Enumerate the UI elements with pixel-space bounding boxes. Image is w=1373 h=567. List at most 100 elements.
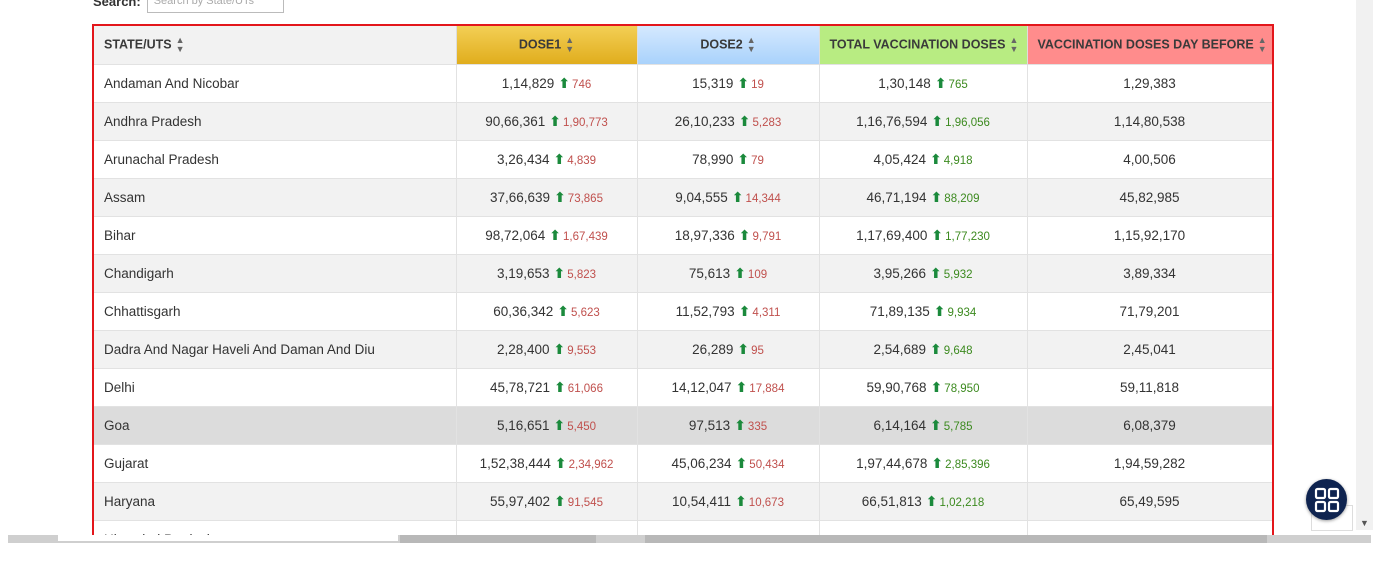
day-before-cell: 2,45,041 bbox=[1027, 329, 1272, 368]
sort-icon[interactable]: ▲ ▼ bbox=[176, 35, 185, 54]
dose1-cell: 98,72,064 ⬆ 1,67,439 bbox=[456, 215, 638, 254]
table-header-row: STATE/UTS ▲ ▼ DOSE1 ▲ ▼ DOSE2 ▲ ▼ TOTAL VACCIN… bbox=[94, 26, 1272, 64]
scroll-down-arrow-icon[interactable]: ▼ bbox=[1360, 518, 1369, 528]
total-value: 1,97,44,678 bbox=[856, 455, 928, 471]
up-arrow-icon: ⬆ bbox=[553, 340, 566, 357]
table-row[interactable]: Delhi 45,78,721 ⬆ 61,066 14,12,047 ⬆ 17,884 59,… bbox=[94, 367, 1272, 406]
total-delta: 2,85,396 bbox=[945, 458, 990, 471]
total-cell: 1,97,44,678 ⬆ 2,85,396 bbox=[819, 443, 1028, 482]
dose2-value: 45,06,234 bbox=[671, 455, 732, 471]
dose2-delta: 109 bbox=[747, 268, 768, 281]
sort-icon[interactable]: ▲ ▼ bbox=[565, 35, 574, 54]
scrollbar-thumb[interactable] bbox=[400, 535, 596, 543]
dose2-cell: 26,289 ⬆ 95 bbox=[637, 329, 820, 368]
dose1-delta: 746 bbox=[572, 78, 592, 91]
total-value: 1,17,69,400 bbox=[856, 227, 928, 243]
dose2-value: 97,513 bbox=[688, 417, 731, 433]
total-value: 46,71,194 bbox=[866, 189, 927, 205]
state-cell: Andhra Pradesh bbox=[94, 101, 457, 140]
total-value: 71,89,135 bbox=[869, 303, 930, 319]
total-value: 59,90,768 bbox=[866, 379, 927, 395]
total-cell: 46,71,194 ⬆ 88,209 bbox=[819, 177, 1028, 216]
total-delta: 9,648 bbox=[943, 344, 973, 357]
table-row[interactable]: Andhra Pradesh 90,66,361 ⬆ 1,90,773 26,10,23… bbox=[94, 101, 1272, 140]
total-cell: 71,89,135 ⬆ 9,934 bbox=[819, 291, 1028, 330]
dose1-cell: 1,52,38,444 ⬆ 2,34,962 bbox=[456, 443, 638, 482]
dose2-delta: 95 bbox=[751, 344, 764, 357]
state-cell: Dadra And Nagar Haveli And Daman And Diu bbox=[94, 329, 457, 368]
day-before-cell: 3,89,334 bbox=[1027, 253, 1272, 292]
header-dose1-label: DOSE1 bbox=[518, 37, 562, 52]
dose2-cell: 97,513 ⬆ 335 bbox=[637, 405, 820, 444]
dose1-cell: 2,28,400 ⬆ 9,553 bbox=[456, 329, 638, 368]
header-dose1[interactable]: DOSE1 ▲ ▼ bbox=[456, 26, 638, 64]
header-dose2[interactable]: DOSE2 ▲ ▼ bbox=[637, 26, 820, 64]
state-cell: Andaman And Nicobar bbox=[94, 63, 457, 102]
dose2-value: 78,990 bbox=[692, 151, 734, 167]
dose2-cell: 45,06,234 ⬆ 50,434 bbox=[637, 443, 820, 482]
dose1-cell: 55,97,402 ⬆ 91,545 bbox=[456, 481, 638, 520]
table-row[interactable]: Goa 5,16,651 ⬆ 5,450 97,513 ⬆ 335 6,14,164 ⬆ 5,78… bbox=[94, 405, 1272, 444]
scrollbar-gap bbox=[58, 535, 398, 541]
sort-icon[interactable]: ▲ ▼ bbox=[1009, 35, 1018, 54]
header-state[interactable]: STATE/UTS ▲ ▼ bbox=[94, 26, 457, 64]
table-row[interactable]: Chhattisgarh 60,36,342 ⬆ 5,623 11,52,793 ⬆ 4,3… bbox=[94, 291, 1272, 330]
header-total[interactable]: TOTAL VACCINATION DOSES ▲ ▼ bbox=[819, 26, 1028, 64]
sort-icon[interactable]: ▲ ▼ bbox=[1258, 35, 1267, 54]
dose2-value: 14,12,047 bbox=[671, 379, 732, 395]
total-delta: 1,02,218 bbox=[939, 496, 985, 509]
dose2-value: 26,10,233 bbox=[674, 113, 735, 129]
vertical-scrollbar[interactable] bbox=[1356, 0, 1373, 530]
up-arrow-icon: ⬆ bbox=[933, 302, 946, 319]
search-input[interactable] bbox=[146, 0, 284, 13]
total-cell: 6,14,164 ⬆ 5,785 bbox=[819, 405, 1028, 444]
total-cell: 1,16,76,594 ⬆ 1,96,056 bbox=[819, 101, 1028, 140]
dose1-value: 5,16,651 bbox=[496, 417, 550, 433]
grid-apps-button[interactable] bbox=[1306, 479, 1347, 520]
dose1-delta: 5,823 bbox=[567, 268, 597, 281]
total-delta: 5,932 bbox=[943, 268, 973, 281]
up-arrow-icon: ⬆ bbox=[931, 226, 944, 243]
up-arrow-icon: ⬆ bbox=[737, 150, 750, 167]
dose1-cell: 45,78,721 ⬆ 61,066 bbox=[456, 367, 638, 406]
dose2-delta: 9,791 bbox=[752, 230, 782, 243]
dose2-cell: 26,10,233 ⬆ 5,283 bbox=[637, 101, 820, 140]
dose2-value: 26,289 bbox=[692, 341, 734, 357]
table-row[interactable]: Bihar 98,72,064 ⬆ 1,67,439 18,97,336 ⬆ 9,791 1,… bbox=[94, 215, 1272, 254]
dose1-delta: 61,066 bbox=[567, 382, 603, 395]
up-arrow-icon: ⬆ bbox=[554, 188, 566, 205]
table-row[interactable]: Gujarat 1,52,38,444 ⬆ 2,34,962 45,06,234 ⬆ 50,… bbox=[94, 443, 1272, 482]
dose1-delta: 4,839 bbox=[567, 154, 597, 167]
up-arrow-icon: ⬆ bbox=[549, 226, 562, 243]
up-arrow-icon: ⬆ bbox=[930, 188, 943, 205]
table-row[interactable]: Assam 37,66,639 ⬆ 73,865 9,04,555 ⬆ 14,344 46,7… bbox=[94, 177, 1272, 216]
header-day-before[interactable]: VACCINATION DOSES DAY BEFORE ▲ ▼ bbox=[1027, 26, 1272, 64]
day-before-cell: 6,08,379 bbox=[1027, 405, 1272, 444]
up-arrow-icon: ⬆ bbox=[930, 150, 942, 167]
total-cell: 59,90,768 ⬆ 78,950 bbox=[819, 367, 1028, 406]
grid-apps-icon bbox=[1314, 487, 1339, 512]
table-row[interactable]: Chandigarh 3,19,653 ⬆ 5,823 75,613 ⬆ 109 3,95,2… bbox=[94, 253, 1272, 292]
dose1-delta: 5,450 bbox=[567, 420, 597, 433]
table-row[interactable]: Arunachal Pradesh 3,26,434 ⬆ 4,839 78,990 ⬆ 79… bbox=[94, 139, 1272, 178]
up-arrow-icon: ⬆ bbox=[930, 378, 943, 395]
dose2-cell: 15,319 ⬆ 19 bbox=[637, 63, 820, 102]
up-arrow-icon: ⬆ bbox=[931, 112, 944, 129]
dose1-value: 45,78,721 bbox=[490, 379, 551, 395]
header-state-label: STATE/UTS bbox=[104, 37, 172, 52]
table-row[interactable]: Andaman And Nicobar 1,14,829 ⬆ 746 15,319 ⬆ 19… bbox=[94, 63, 1272, 102]
table-row[interactable]: Dadra And Nagar Haveli And Daman And Diu… bbox=[94, 329, 1272, 368]
dose1-value: 98,72,064 bbox=[485, 227, 546, 243]
state-cell: Chandigarh bbox=[94, 253, 457, 292]
dose1-delta: 73,865 bbox=[567, 192, 603, 205]
total-cell: 1,30,148 ⬆ 765 bbox=[819, 63, 1028, 102]
up-arrow-icon: ⬆ bbox=[737, 74, 750, 91]
sort-icon[interactable]: ▲ ▼ bbox=[747, 35, 756, 54]
scrollbar-thumb[interactable] bbox=[645, 535, 1267, 543]
table-row[interactable]: Haryana 55,97,402 ⬆ 91,545 10,54,411 ⬆ 10,673 6… bbox=[94, 481, 1272, 520]
up-arrow-icon: ⬆ bbox=[735, 454, 748, 471]
total-cell: 4,05,424 ⬆ 4,918 bbox=[819, 139, 1028, 178]
up-arrow-icon: ⬆ bbox=[553, 264, 566, 281]
dose2-cell: 18,97,336 ⬆ 9,791 bbox=[637, 215, 820, 254]
day-before-cell: 1,15,92,170 bbox=[1027, 215, 1272, 254]
